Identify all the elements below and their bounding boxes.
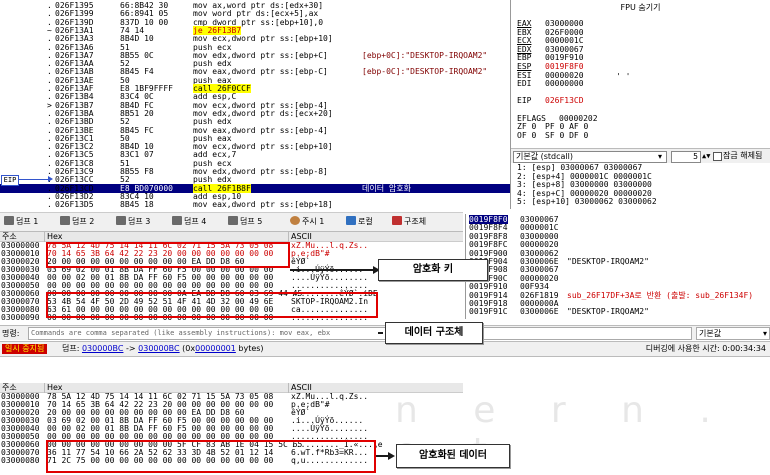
key-arrow-line <box>290 269 375 271</box>
dump-len-open: (0x <box>182 344 196 353</box>
dump-tab-label: 주시 1 <box>302 217 325 226</box>
dump-tab-label: 덤프 4 <box>184 217 207 226</box>
dump-col-hex: Hex <box>47 232 63 241</box>
encrypted-arrow-icon <box>388 452 395 460</box>
register-value: 00000000 <box>545 79 584 89</box>
watch-icon <box>290 216 300 225</box>
stack-row[interactable]: 0019F91C 0300006E "DESKTOP-IRQOAM2" <box>467 307 770 316</box>
dump2-col-hex: Hex <box>47 383 63 392</box>
dump1-address: 03000090 <box>1 313 40 322</box>
dump-len-close: bytes) <box>235 344 264 353</box>
stack-address: 0019F91C <box>469 307 508 317</box>
disasm-row[interactable]: . 026F13D5 8B45 18 mov eax,dword ptr ss:[eb… <box>0 200 510 209</box>
call-arg-row[interactable]: 3: [esp+8] 03000000 03000000 <box>517 181 652 189</box>
dump-tab-label: 구조체 <box>404 217 427 226</box>
key-callout: 암호화 키 <box>378 259 488 281</box>
register-value: 026F13CD <box>545 96 584 106</box>
struct-callout: 데이터 구조체 <box>385 322 483 344</box>
dump-tab-label: 덤프 5 <box>240 217 263 226</box>
register-glyphs: ' ' <box>616 72 631 81</box>
dump-icon <box>116 216 126 225</box>
chevron-down-icon: ▾ <box>762 329 767 338</box>
dump-icon <box>172 216 182 225</box>
debug-time-label: 디버깅에 사용한 시간: <box>645 344 720 353</box>
debug-time: 디버깅에 사용한 시간: 0:00:34:34 <box>646 344 766 354</box>
call-arg-row[interactable]: 1: [esp] 03000067 03000067 <box>517 164 642 172</box>
dump-to-link[interactable]: 030000BC <box>138 344 179 353</box>
debug-time-value: 0:00:34:34 <box>722 344 766 353</box>
disasm-bytes: 8B45 18 <box>120 200 154 209</box>
dump-arrow: -> <box>126 344 136 353</box>
register-name: OF 0 <box>517 130 537 140</box>
dump-icon <box>4 216 14 225</box>
command-default-select[interactable]: 기본값 ▾ <box>696 327 770 340</box>
key-highlight-box <box>46 242 290 268</box>
dump-len-link[interactable]: 00000001 <box>195 344 236 353</box>
call-convention-select[interactable]: 기본값 (stdcall) ▾ <box>513 151 667 163</box>
arg-count-input[interactable]: 5 <box>671 151 701 163</box>
dump-tab-7[interactable]: 로컬 <box>346 215 373 229</box>
locals-icon <box>346 216 356 225</box>
unlock-label: 잠금 해제됨 <box>723 151 763 160</box>
unlock-checkbox[interactable] <box>713 152 722 161</box>
dump-col-addr: 주소 <box>2 232 17 241</box>
dump-tab-label: 로컬 <box>358 217 373 226</box>
command-input[interactable]: Commands are comma separated (like assem… <box>28 327 692 340</box>
dump-col-ascii: ASCII <box>291 232 312 241</box>
dump2-header: 주소 Hex ASCII <box>0 383 463 393</box>
disasm-gutter-mark: . <box>47 200 52 209</box>
dump-header: 주소 Hex ASCII <box>0 232 463 242</box>
dump2-address: 03000080 <box>1 456 40 465</box>
dump-tab-label: 덤프 1 <box>16 217 39 226</box>
chevron-down-icon: ▾ <box>657 152 662 161</box>
struct-arrow-line <box>378 332 383 334</box>
spin-arrows-icon[interactable]: ▲▼ <box>702 151 710 161</box>
call-convention-bar: 기본값 (stdcall) ▾ 5 ▲▼ 잠금 해제됨 <box>511 148 770 163</box>
stack-panel[interactable]: 0019F8F0 03000067 0019F8F4 0000001C 0019F8F8… <box>465 214 770 319</box>
dump-prefix: 덤프: <box>62 344 80 353</box>
eip-arrow-line <box>19 179 51 180</box>
command-default-value: 기본값 <box>699 329 722 338</box>
dump2-col-ascii: ASCII <box>291 383 312 392</box>
dump-tab-4[interactable]: 덤프 4 <box>172 215 206 229</box>
encrypted-callout: 암호화된 데이터 <box>396 444 510 468</box>
fpu-toggle-button[interactable]: FPU 숨기기 <box>511 2 770 13</box>
paused-status-badge: 일시 중지됨 <box>2 344 48 354</box>
dump-tab-6[interactable]: 주시 1 <box>290 215 324 229</box>
disasm-instruction: mov eax,dword ptr ss:[ebp+18] <box>193 200 333 209</box>
registers-panel[interactable]: FPU 숨기기 EAX 03000000 EBX 026F0000 ECX 0000001… <box>511 0 770 148</box>
dump-from-link[interactable]: 030000BC <box>82 344 123 353</box>
dump-tab-2[interactable]: 덤프 2 <box>60 215 94 229</box>
disasm-address: 026F13D5 <box>55 200 94 209</box>
dump-tab-1[interactable]: 덤프 1 <box>4 215 38 229</box>
dump-tab-bar: 덤프 1 덤프 2 덤프 3 덤프 4 덤프 5 주시 1 로컬 구조체 <box>0 212 463 232</box>
register-value: SF 0 DF 0 <box>545 130 589 140</box>
register-row[interactable]: OF 0 SF 0 DF 0 <box>517 131 588 140</box>
dump-selection-info: 덤프: 030000BC -> 030000BC (0x00000001 byt… <box>62 344 264 354</box>
dump-tab-label: 덤프 3 <box>128 217 151 226</box>
dump2-col-addr: 주소 <box>2 383 17 392</box>
encrypted-highlight-box <box>46 440 376 473</box>
eip-arrow-icon <box>48 176 53 182</box>
command-label: 명령: <box>2 329 20 338</box>
dump-tab-3[interactable]: 덤프 3 <box>116 215 150 229</box>
eip-tag: EIP <box>1 175 19 186</box>
struct-highlight-box <box>46 292 378 318</box>
dump-tab-8[interactable]: 구조체 <box>392 215 426 229</box>
stack-comment: "DESKTOP-IRQOAM2" <box>567 307 649 317</box>
dump-icon <box>60 216 70 225</box>
dump-tab-5[interactable]: 덤프 5 <box>228 215 262 229</box>
struct-icon <box>392 216 402 225</box>
dump-tab-label: 덤프 2 <box>72 217 95 226</box>
call-args-panel[interactable]: 1: [esp] 03000067 03000067 2: [esp+4] 000… <box>511 163 770 209</box>
call-convention-value: 기본값 (stdcall) <box>516 152 573 161</box>
stack-value: 0300006E <box>520 307 559 317</box>
call-arg-row[interactable]: 5: [esp+10] 03000062 03000062 <box>517 198 657 206</box>
dump-icon <box>228 216 238 225</box>
disassembly-panel[interactable]: . 026F1395 66:8B42 30 mov ax,word ptr ds:[e… <box>0 0 511 209</box>
